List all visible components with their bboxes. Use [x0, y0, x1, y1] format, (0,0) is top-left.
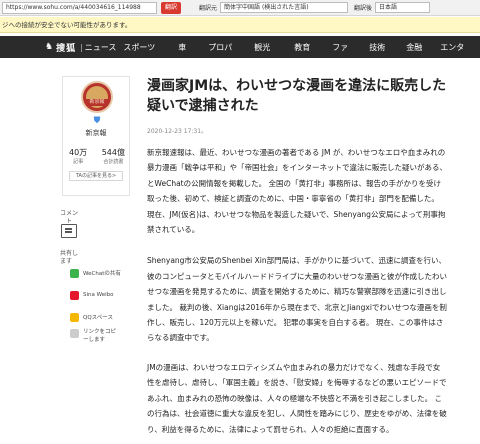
- comment-icon[interactable]: [61, 224, 77, 238]
- stat-value: 544億: [101, 148, 125, 157]
- share-qzone[interactable]: QQスペース: [70, 306, 136, 328]
- address-bar[interactable]: https://www.sohu.com/a/440034616_114988: [2, 1, 157, 14]
- avatar-seal: 新京報: [86, 99, 108, 106]
- article-title: 漫画家JMは、わいせつな漫画を違法に販売した疑いで逮捕された: [147, 78, 447, 114]
- author-name[interactable]: 新京報: [63, 128, 129, 138]
- fox-icon: ♞: [45, 42, 55, 52]
- translate-button[interactable]: 翻訳: [161, 1, 182, 14]
- nav-item-travel[interactable]: 観光: [254, 42, 270, 53]
- nav-item-fashion[interactable]: ファ: [332, 42, 348, 53]
- nav-divider: |: [80, 42, 83, 52]
- stat-reads: 544億 合計読書: [102, 148, 125, 165]
- author-stats: 40万 記事 544億 合計読書: [69, 148, 125, 165]
- nav-item-cars[interactable]: 車: [178, 42, 186, 53]
- article-date: 2020-12-23 17:31。: [147, 128, 208, 135]
- weibo-icon: [70, 290, 79, 300]
- sohu-logo[interactable]: ♞ 搜狐: [45, 41, 76, 54]
- translate-bar: https://www.sohu.com/a/440034616_114988 …: [0, 0, 480, 16]
- share-wechat[interactable]: WeChatの共有: [70, 262, 136, 284]
- nav-item-entertainment[interactable]: エンタ: [440, 42, 464, 53]
- author-card: 新京報 ⛊ 新京報 40万 記事 544億 合計読書 TAの記事を見る>: [62, 76, 130, 196]
- source-language-label: 翻訳元: [199, 5, 218, 12]
- qzone-icon: [70, 312, 79, 322]
- article-paragraph: Shenyang市公安局のShenbei Xin部門局は、手がかりに基づいて、迅…: [147, 256, 447, 343]
- nav-item-sports[interactable]: スポーツ: [123, 42, 155, 53]
- share-item-label: リンクをコピーします: [83, 329, 117, 343]
- stat-label: 記事: [73, 159, 84, 165]
- logo-text: 搜狐: [56, 43, 77, 54]
- share-item-label: WeChatの共有: [83, 271, 121, 277]
- nav-item-property[interactable]: プロパ: [208, 42, 232, 53]
- site-nav: ♞ 搜狐 | ニュース スポーツ 車 プロパ 観光 教育 ファ 技術 金融 エン…: [0, 36, 480, 58]
- article-paragraph: 新京報速報は、最近、わいせつな漫画の著者である JM が、わいせつなエロや血まみ…: [147, 148, 447, 235]
- share-item-label: QQスペース: [83, 315, 113, 321]
- link-icon: [70, 329, 79, 338]
- share-item-label: Sina Weibo: [83, 292, 114, 298]
- nav-item-finance[interactable]: 金融: [406, 42, 422, 53]
- share-list: WeChatの共有 Sina Weibo QQスペース リンクをコピーします: [70, 262, 136, 354]
- target-language-label: 翻訳後: [354, 5, 373, 12]
- nav-item-education[interactable]: 教育: [294, 42, 310, 53]
- avatar-emblem: 新京報: [86, 86, 108, 108]
- more-articles-link[interactable]: TAの記事を見る>: [69, 171, 123, 181]
- article-paragraph: JMの漫画は、わいせつなエロティシズムや血まみれの暴力だけでなく、残虐な手段で女…: [147, 362, 447, 434]
- avatar[interactable]: 新京報: [81, 81, 113, 113]
- share-weibo[interactable]: Sina Weibo: [70, 284, 136, 306]
- share-copy-link[interactable]: リンクをコピーします: [70, 328, 136, 354]
- nav-item-news[interactable]: ニュース: [85, 42, 117, 53]
- stat-label: 合計読書: [103, 159, 124, 165]
- nav-item-tech[interactable]: 技術: [369, 42, 385, 53]
- stat-articles: 40万 記事: [69, 148, 87, 165]
- article: 漫画家JMは、わいせつな漫画を違法に販売した疑いで逮捕された 2020-12-2…: [147, 76, 447, 437]
- target-language-select[interactable]: 日本語: [375, 2, 431, 13]
- wechat-icon: [70, 268, 79, 278]
- insecure-connection-warning: ジへの接続が安全でない可能性があります。: [0, 17, 480, 33]
- source-language-select[interactable]: 簡体字中国語 (検出された言語): [220, 2, 349, 13]
- stat-value: 40万: [69, 148, 88, 157]
- shield-icon: ⛊: [93, 116, 101, 126]
